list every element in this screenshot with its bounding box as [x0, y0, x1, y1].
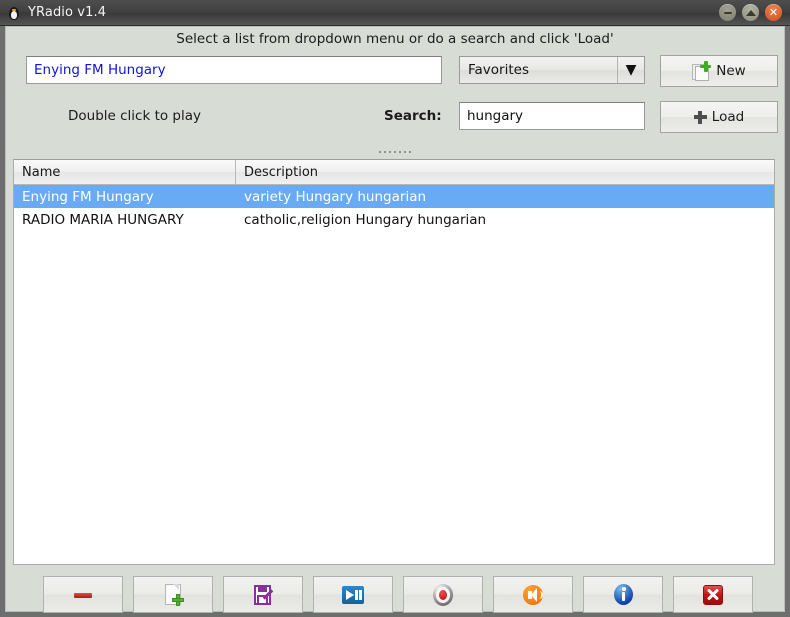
- splitter-handle[interactable]: [6, 147, 784, 157]
- floppy-save-icon: [251, 583, 275, 607]
- add-button[interactable]: [133, 576, 213, 613]
- save-button[interactable]: [223, 576, 303, 613]
- client-area: Select a list from dropdown menu or do a…: [5, 26, 785, 613]
- info-button[interactable]: [583, 576, 663, 613]
- window-body: Select a list from dropdown menu or do a…: [0, 26, 790, 617]
- remove-button[interactable]: [43, 576, 123, 613]
- column-header-name[interactable]: Name: [14, 160, 236, 184]
- minus-red-icon: [71, 583, 95, 607]
- station-list[interactable]: Name Description Enying FM Hungary varie…: [13, 159, 775, 565]
- controls-panel: Select a list from dropdown menu or do a…: [6, 27, 784, 147]
- list-select-value: Favorites: [468, 62, 529, 78]
- cell-name: RADIO MARIA HUNGARY: [22, 211, 184, 228]
- close-button[interactable]: ✕: [765, 4, 782, 21]
- new-button-label: New: [716, 63, 746, 79]
- record-icon: [431, 583, 455, 607]
- document-add-icon: [692, 61, 712, 81]
- column-header-description[interactable]: Description: [236, 160, 774, 184]
- play-pause-icon: [341, 583, 365, 607]
- list-header: Name Description: [14, 160, 774, 185]
- search-label: Search:: [384, 108, 442, 124]
- cell-description: catholic,religion Hungary hungarian: [244, 211, 487, 228]
- quit-button[interactable]: [673, 576, 753, 613]
- record-button[interactable]: [403, 576, 483, 613]
- window-controls: ✕: [719, 4, 784, 21]
- minimize-button[interactable]: [719, 4, 736, 21]
- table-row[interactable]: RADIO MARIA HUNGARY catholic,religion Hu…: [14, 208, 774, 231]
- double-click-hint: Double click to play: [68, 108, 202, 124]
- document-add-icon: [161, 583, 185, 607]
- cell-name: Enying FM Hungary: [22, 188, 154, 205]
- close-x-icon: [701, 583, 725, 607]
- plus-icon: [693, 110, 707, 124]
- new-button[interactable]: New: [660, 55, 778, 87]
- instruction-text: Select a list from dropdown menu or do a…: [176, 31, 614, 47]
- load-button[interactable]: Load: [660, 101, 778, 133]
- application-window: YRadio v1.4 ✕ Select a list from dropdow…: [0, 0, 790, 617]
- speaker-volume-icon: [521, 583, 545, 607]
- titlebar: YRadio v1.4 ✕: [0, 0, 790, 26]
- load-button-label: Load: [711, 109, 745, 125]
- window-title: YRadio v1.4: [28, 5, 107, 20]
- bottom-toolbar: [6, 573, 784, 616]
- controls-row-1: Enying FM Hungary Favorites ▼ New: [6, 55, 784, 87]
- volume-button[interactable]: [493, 576, 573, 613]
- play-pause-button[interactable]: [313, 576, 393, 613]
- controls-row-2: Double click to play Search: hungary Loa…: [6, 101, 784, 133]
- maximize-button[interactable]: [742, 4, 759, 21]
- list-select[interactable]: Favorites ▼: [459, 56, 645, 84]
- penguin-icon: [6, 5, 22, 21]
- info-icon: [611, 583, 635, 607]
- grip-dots-icon: [379, 151, 411, 153]
- table-row[interactable]: Enying FM Hungary variety Hungary hungar…: [14, 185, 774, 208]
- search-input[interactable]: hungary: [459, 102, 645, 130]
- station-input[interactable]: Enying FM Hungary: [26, 56, 442, 84]
- cell-description: variety Hungary hungarian: [244, 188, 427, 205]
- chevron-down-icon: ▼: [625, 62, 637, 78]
